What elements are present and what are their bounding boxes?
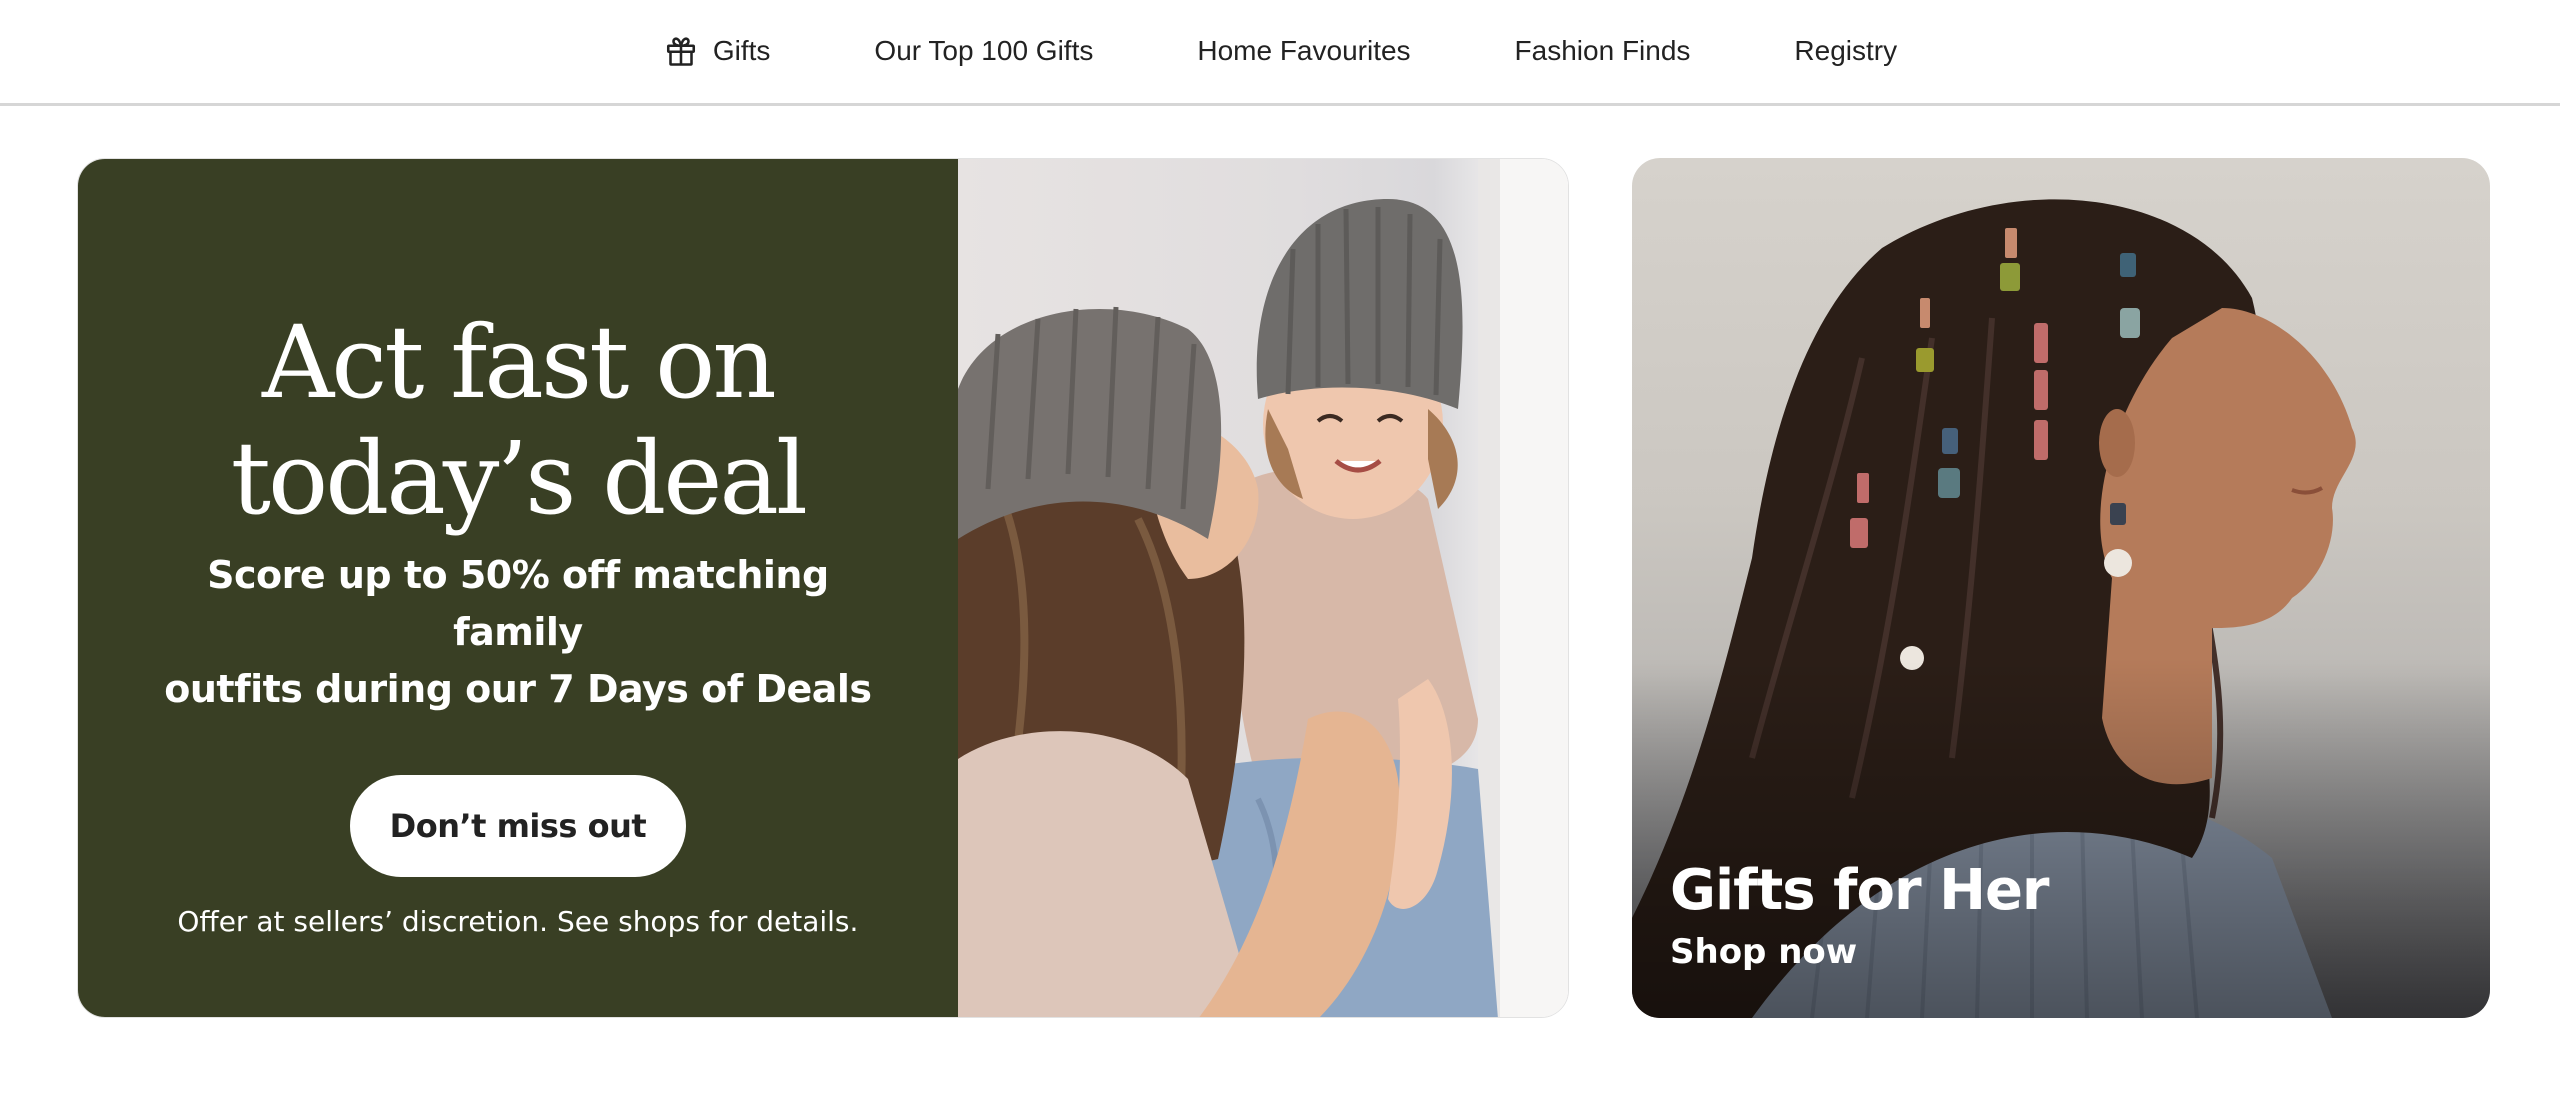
category-nav: Gifts Our Top 100 Gifts Home Favourites … [0, 0, 2560, 106]
hero-photo [957, 159, 1568, 1017]
nav-item-gifts[interactable]: Gifts [663, 33, 771, 69]
nav-item-label: Home Favourites [1197, 34, 1411, 66]
category-nav-list: Gifts Our Top 100 Gifts Home Favourites … [663, 0, 1897, 102]
gift-icon [663, 33, 699, 69]
hero-text-panel: Act fast on today’s deal Score up to 50%… [78, 159, 958, 1017]
gifts-for-her-card[interactable]: Gifts for Her Shop now [1632, 158, 2490, 1018]
nav-item-fashion-finds[interactable]: Fashion Finds [1515, 35, 1691, 67]
nav-item-label: Registry [1794, 34, 1898, 66]
hero-headline: Act fast on today’s deal [138, 305, 898, 537]
hero-subtitle-line: Score up to 50% off matching family [207, 553, 829, 654]
shop-now-link[interactable]: Shop now [1670, 932, 1857, 972]
offer-fine-print: Offer at sellers’ discretion. See shops … [177, 905, 859, 938]
nav-item-registry[interactable]: Registry [1794, 35, 1897, 67]
hero-headline-line: today’s deal [230, 420, 808, 537]
hero-headline-line: Act fast on [262, 304, 777, 421]
deal-hero-banner: Act fast on today’s deal Score up to 50%… [77, 158, 1569, 1018]
mother-child-photo-illustration [957, 159, 1568, 1017]
nav-item-home-favourites[interactable]: Home Favourites [1197, 35, 1410, 67]
promo-title: Gifts for Her [1670, 858, 2050, 923]
hero-subtitle: Score up to 50% off matching family outf… [138, 547, 898, 718]
nav-item-label: Our Top 100 Gifts [874, 34, 1094, 66]
nav-item-label: Fashion Finds [1514, 34, 1691, 66]
nav-item-top-100-gifts[interactable]: Our Top 100 Gifts [874, 35, 1093, 67]
dont-miss-out-button[interactable]: Don’t miss out [349, 775, 687, 877]
hero-subtitle-line: outfits during our 7 Days of Deals [164, 667, 872, 711]
nav-item-label: Gifts [712, 34, 771, 66]
